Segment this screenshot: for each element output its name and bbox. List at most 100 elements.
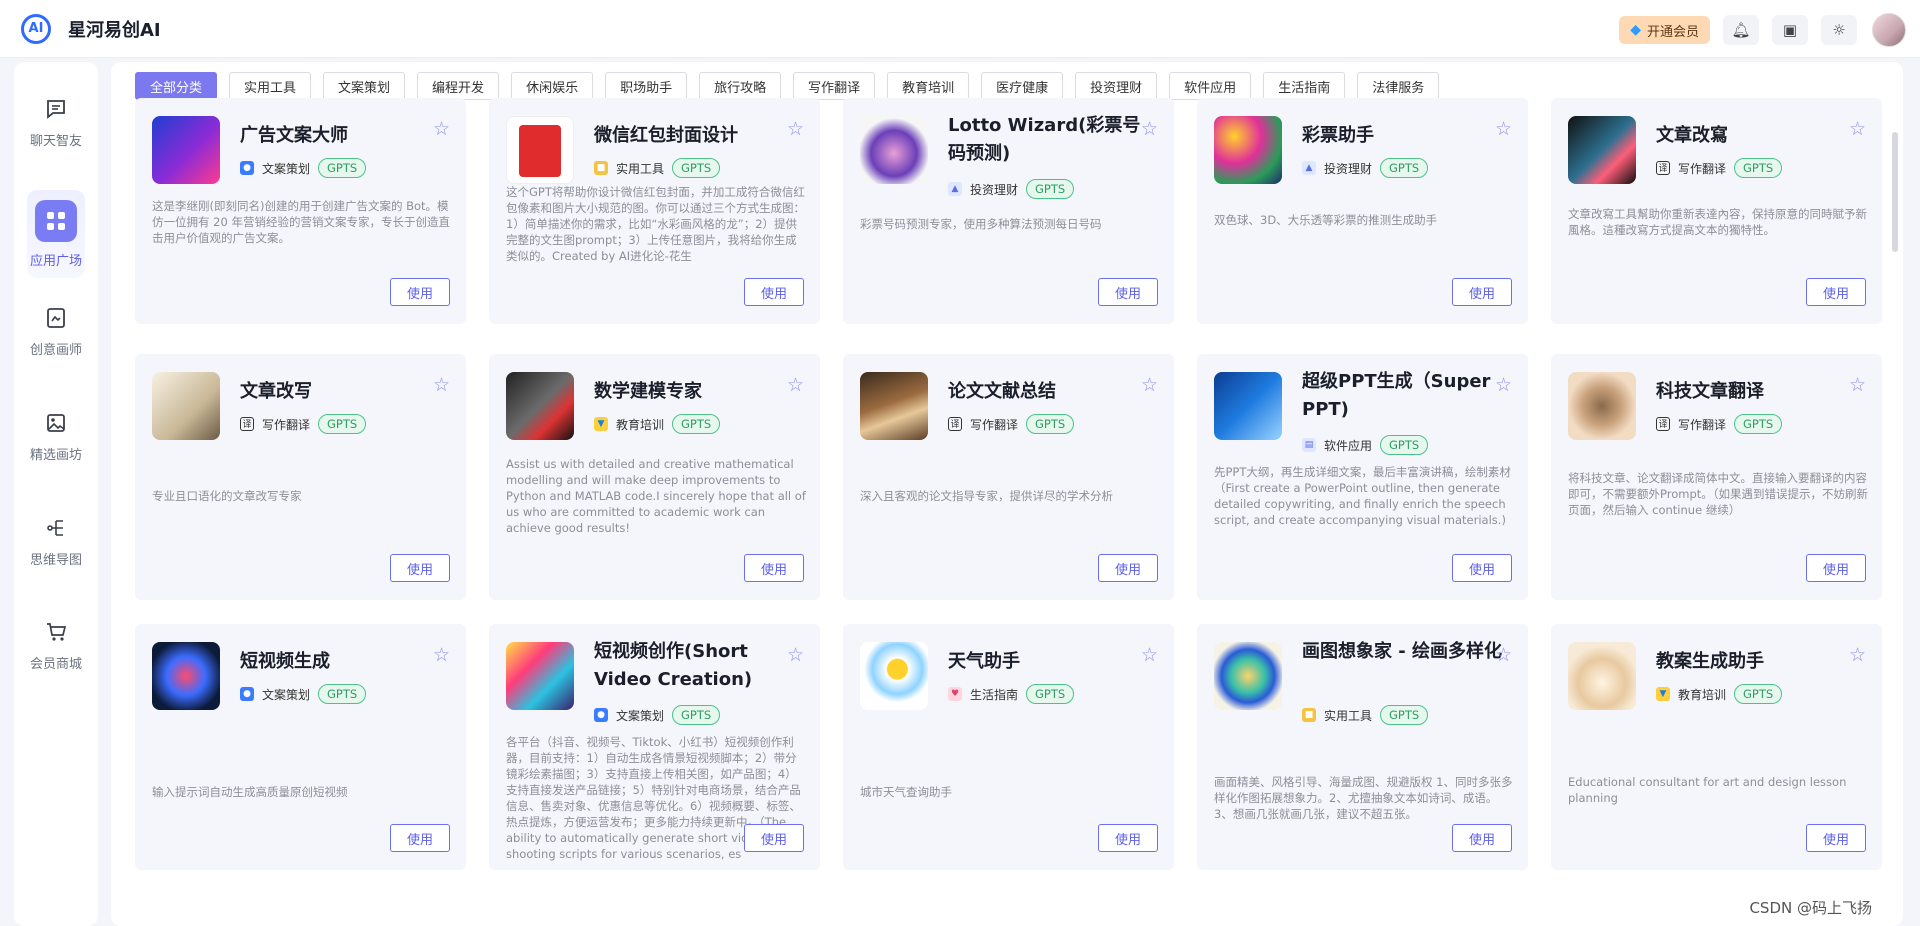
app-card[interactable]: 画图想象家 - 绘画多样化 ☆ ■ 实用工具 GPTS 画面精美、风格引导、海量… (1197, 624, 1528, 870)
app-card[interactable]: 微信红包封面设计 ☆ ■ 实用工具 GPTS 这个GPT将帮助你设计微信红包封面… (489, 98, 820, 324)
app-title: 数学建模专家 (594, 381, 702, 402)
tab-copywriting[interactable]: 文案策划 (323, 72, 406, 100)
favorite-star-icon[interactable]: ☆ (1849, 118, 1866, 140)
tab-all[interactable]: 全部分类 (135, 72, 218, 100)
gpts-badge: GPTS (672, 158, 721, 178)
theme-toggle-icon[interactable]: ☼ (1821, 15, 1857, 45)
gift-icon[interactable]: ▣ (1772, 15, 1808, 45)
sidebar-item-shop[interactable]: 会员商城 (14, 619, 98, 672)
category-icon: ▼ (594, 417, 608, 431)
app-card[interactable]: 教案生成助手 ☆ ▼ 教育培训 GPTS Educational consult… (1551, 624, 1882, 870)
tab-investment[interactable]: 投资理财 (1075, 72, 1158, 100)
favorite-star-icon[interactable]: ☆ (1141, 118, 1158, 140)
tab-medical[interactable]: 医疗健康 (981, 72, 1064, 100)
use-button[interactable]: 使用 (1452, 824, 1512, 852)
category-icon: 译 (948, 417, 962, 431)
app-thumbnail (506, 372, 574, 440)
use-button[interactable]: 使用 (744, 278, 804, 306)
favorite-star-icon[interactable]: ☆ (433, 374, 450, 396)
use-button[interactable]: 使用 (390, 554, 450, 582)
app-description: 输入提示词自动生成高质量原创短视频 (152, 785, 348, 799)
favorite-star-icon[interactable]: ☆ (1495, 644, 1512, 666)
app-meta: ■ 实用工具 GPTS (1302, 705, 1429, 725)
app-card[interactable]: 彩票助手 ☆ ▲ 投资理财 GPTS 双色球、3D、大乐透等彩票的推测生成助手 … (1197, 98, 1528, 324)
tab-writing[interactable]: 写作翻译 (793, 72, 876, 100)
app-card[interactable]: 论文文献总结 ☆ 译 写作翻译 GPTS 深入且客观的论文指导专家，提供详尽的学… (843, 354, 1174, 600)
sidebar-item-gallery[interactable]: 精选画坊 (14, 410, 98, 463)
use-button[interactable]: 使用 (1806, 278, 1866, 306)
favorite-star-icon[interactable]: ☆ (1849, 374, 1866, 396)
use-button[interactable]: 使用 (1806, 554, 1866, 582)
app-card[interactable]: Lotto Wizard(彩票号码预测) ☆ ▲ 投资理财 GPTS 彩票号码预… (843, 98, 1174, 324)
tab-workplace[interactable]: 职场助手 (605, 72, 688, 100)
tab-legal[interactable]: 法律服务 (1357, 72, 1440, 100)
category-icon: ♥ (948, 687, 962, 701)
sidebar-item-label: 精选画坊 (29, 448, 82, 463)
favorite-star-icon[interactable]: ☆ (1141, 374, 1158, 396)
tab-entertainment[interactable]: 休闲娱乐 (511, 72, 594, 100)
category-icon: ● (240, 687, 254, 701)
sidebar-item-mindmap[interactable]: 思维导图 (14, 515, 98, 568)
use-button[interactable]: 使用 (744, 824, 804, 852)
app-card[interactable]: 短视频生成 ☆ ● 文案策划 GPTS 输入提示词自动生成高质量原创短视频 使用 (135, 624, 466, 870)
app-card[interactable]: 天气助手 ☆ ♥ 生活指南 GPTS 城市天气查询助手 使用 (843, 624, 1174, 870)
category-icon: 译 (1656, 417, 1670, 431)
app-meta: ▼ 教育培训 GPTS (594, 414, 721, 434)
favorite-star-icon[interactable]: ☆ (1495, 118, 1512, 140)
app-category: 写作翻译 (262, 417, 311, 432)
scrollbar-thumb[interactable] (1892, 132, 1898, 252)
category-icon: ▤ (1302, 438, 1316, 452)
app-title: 彩票助手 (1302, 125, 1374, 146)
use-button[interactable]: 使用 (1098, 278, 1158, 306)
use-button[interactable]: 使用 (1098, 824, 1158, 852)
app-meta: ▲ 投资理财 GPTS (1302, 158, 1429, 178)
app-title: 广告文案大师 (240, 125, 348, 146)
category-icon: ■ (1302, 708, 1316, 722)
app-card[interactable]: 科技文章翻译 ☆ 译 写作翻译 GPTS 将科技文章、论文翻译成简体中文。直接输… (1551, 354, 1882, 600)
tab-software[interactable]: 软件应用 (1169, 72, 1252, 100)
favorite-star-icon[interactable]: ☆ (1495, 374, 1512, 396)
use-button[interactable]: 使用 (390, 278, 450, 306)
logo-icon[interactable]: AI (21, 13, 51, 44)
sidebar-item-apps[interactable]: 应用广场 (14, 190, 98, 278)
notification-icon[interactable]: 🔔︎ (1723, 15, 1759, 45)
tab-programming[interactable]: 编程开发 (417, 72, 500, 100)
app-meta: ● 文案策划 GPTS (594, 705, 721, 725)
favorite-star-icon[interactable]: ☆ (433, 118, 450, 140)
app-thumbnail (506, 642, 574, 710)
app-card[interactable]: 广告文案大师 ☆ ● 文案策划 GPTS 这是李继刚(即刻同名)创建的用于创建广… (135, 98, 466, 324)
tab-life[interactable]: 生活指南 (1263, 72, 1346, 100)
app-title: 论文文献总结 (948, 381, 1056, 402)
use-button[interactable]: 使用 (1806, 824, 1866, 852)
tab-tools[interactable]: 实用工具 (229, 72, 312, 100)
favorite-star-icon[interactable]: ☆ (787, 374, 804, 396)
app-thumbnail (1568, 116, 1636, 184)
app-card[interactable]: 文章改写 ☆ 译 写作翻译 GPTS 专业且口语化的文章改写专家 使用 (135, 354, 466, 600)
app-thumbnail (1214, 372, 1282, 440)
app-card[interactable]: 数学建模专家 ☆ ▼ 教育培训 GPTS Assist us with deta… (489, 354, 820, 600)
tab-travel[interactable]: 旅行攻略 (699, 72, 782, 100)
vip-button[interactable]: ◆ 开通会员 (1619, 16, 1710, 44)
tab-education[interactable]: 教育培训 (887, 72, 970, 100)
app-title: 微信红包封面设计 (594, 125, 738, 146)
app-title: 教案生成助手 (1656, 651, 1764, 672)
use-button[interactable]: 使用 (1452, 554, 1512, 582)
avatar[interactable] (1872, 13, 1906, 47)
app-card[interactable]: 文章改寫 ☆ 译 写作翻译 GPTS 文章改寫工具幫助你重新表達內容，保持原意的… (1551, 98, 1882, 324)
use-button[interactable]: 使用 (390, 824, 450, 852)
sidebar-item-draw[interactable]: 创意画师 (14, 305, 98, 358)
favorite-star-icon[interactable]: ☆ (1141, 644, 1158, 666)
use-button[interactable]: 使用 (744, 554, 804, 582)
app-description: 深入且客观的论文指导专家，提供详尽的学术分析 (860, 489, 1113, 503)
favorite-star-icon[interactable]: ☆ (787, 644, 804, 666)
use-button[interactable]: 使用 (1098, 554, 1158, 582)
favorite-star-icon[interactable]: ☆ (433, 644, 450, 666)
app-card[interactable]: 超级PPT生成（Super PPT) ☆ ▤ 软件应用 GPTS 先PPT大纲，… (1197, 354, 1528, 600)
sidebar-item-chat[interactable]: 聊天智友 (14, 96, 98, 149)
gpts-badge: GPTS (1380, 158, 1429, 178)
use-button[interactable]: 使用 (1452, 278, 1512, 306)
app-meta: ■ 实用工具 GPTS (594, 158, 721, 178)
favorite-star-icon[interactable]: ☆ (1849, 644, 1866, 666)
favorite-star-icon[interactable]: ☆ (787, 118, 804, 140)
app-card[interactable]: 短视频创作(Short Video Creation) ☆ ● 文案策划 GPT… (489, 624, 820, 870)
